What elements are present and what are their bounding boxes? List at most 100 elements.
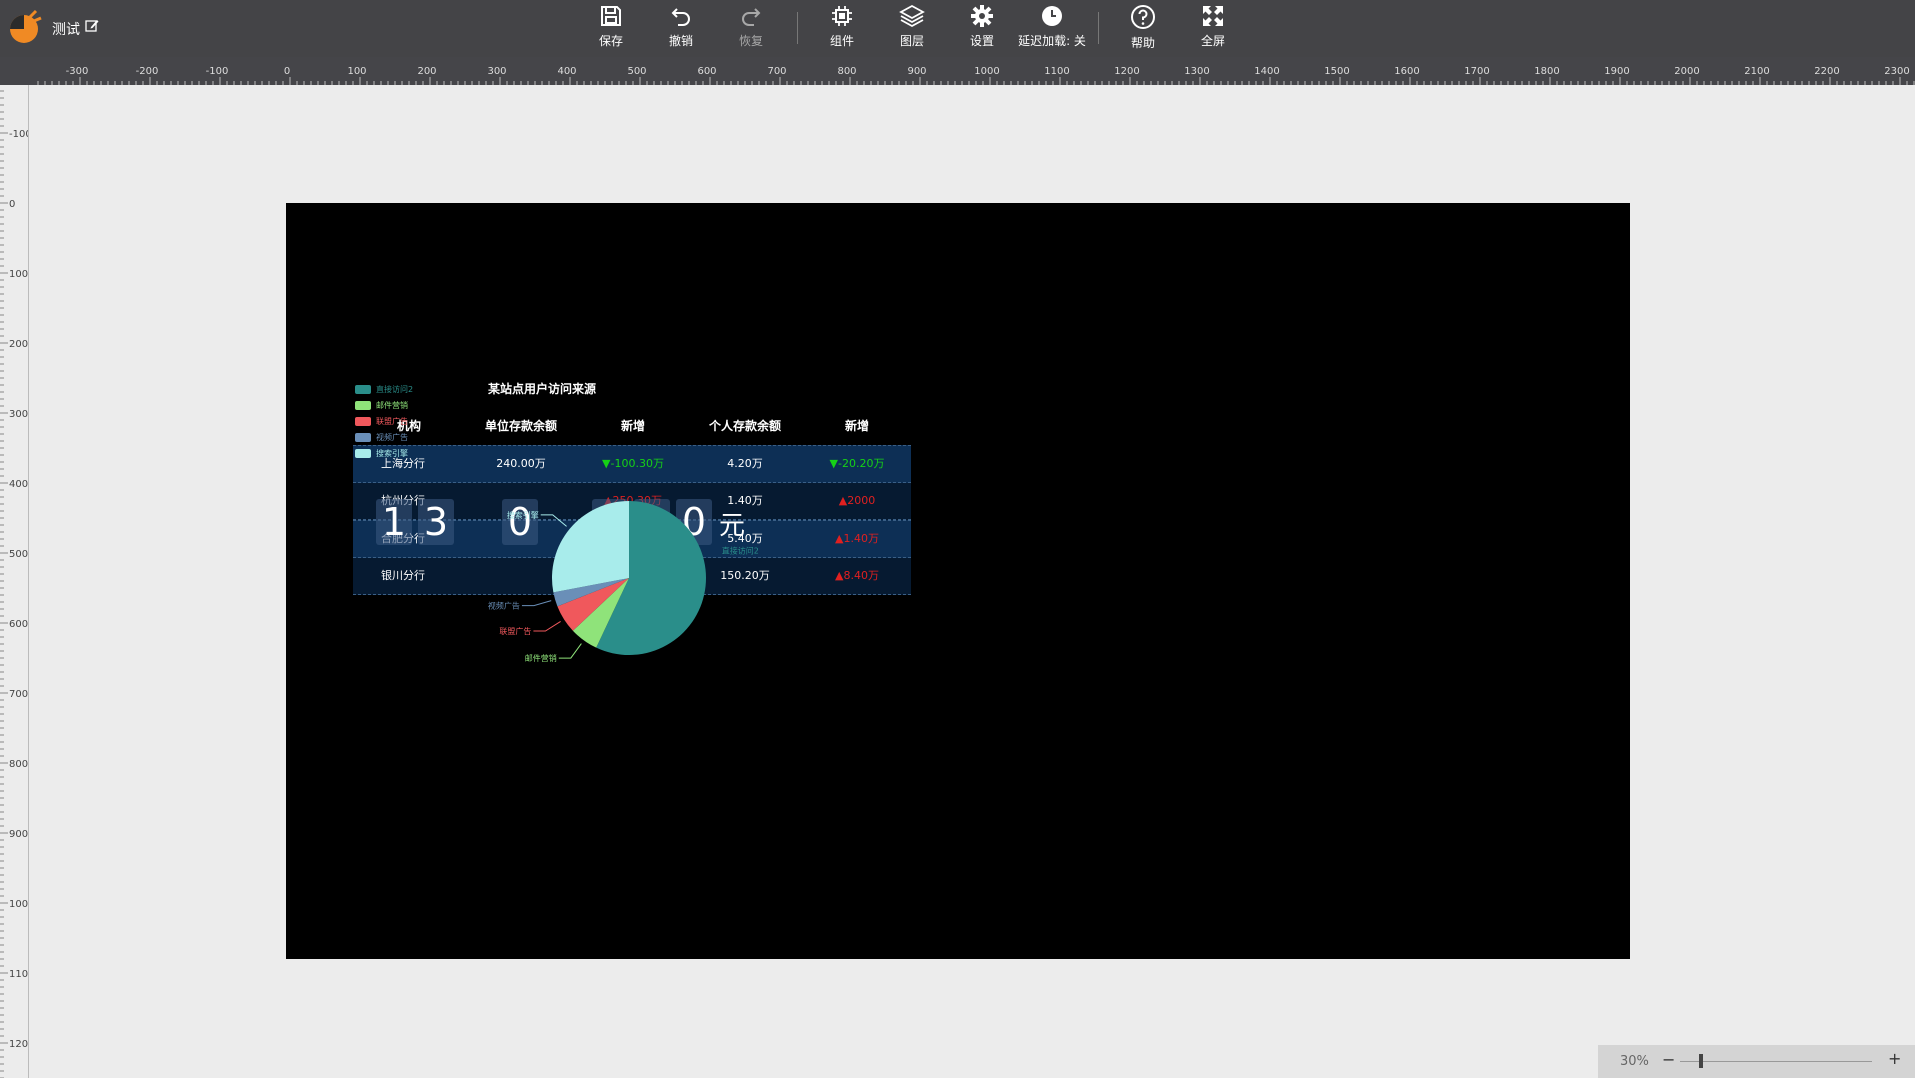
help-button[interactable]: 帮助 — [1113, 0, 1173, 57]
ruler-label: 300 — [487, 66, 506, 77]
layers-button[interactable]: 图层 — [882, 0, 942, 57]
pie-slice-label: 视频广告 — [488, 601, 520, 611]
ruler-label: 900 — [9, 829, 28, 840]
ruler-label: 600 — [697, 66, 716, 77]
ruler-label: 100 — [347, 66, 366, 77]
pie-leader-line — [533, 620, 561, 632]
table-header-cell: 个人存款余额 — [708, 419, 781, 433]
table-header-cell: 新增 — [620, 419, 645, 433]
ruler-label: 0 — [9, 199, 15, 210]
table-cell: 银川分行 — [381, 569, 425, 582]
zoom-control: 30% − + — [1598, 1045, 1915, 1078]
save-label: 保存 — [598, 34, 623, 48]
ruler-label: -100 — [206, 66, 229, 77]
ruler-label: 1200 — [1114, 66, 1139, 77]
fullscreen-button[interactable]: 全屏 — [1183, 0, 1243, 57]
app-logo — [10, 9, 42, 43]
edit-icon[interactable] — [85, 19, 99, 33]
layers-icon — [899, 4, 925, 28]
help-label: 帮助 — [1130, 36, 1155, 50]
counter-digit: 3 — [418, 499, 454, 545]
zoom-out-button[interactable]: − — [1662, 1050, 1675, 1069]
ruler-label: 400 — [9, 479, 28, 490]
legend-swatch — [355, 401, 371, 410]
top-toolbar: 测试 保存 撤销 恢复 组件 图层 设置 延迟加载: 关 帮助 全屏 — [0, 0, 1915, 57]
save-button[interactable]: 保存 — [581, 0, 641, 57]
table-cell: ▼-20.20万 — [829, 457, 885, 470]
pie-leader-line — [558, 643, 582, 659]
project-title[interactable]: 测试 — [52, 19, 80, 39]
legend-swatch — [355, 449, 371, 458]
pie-slice-label: 联盟广告 — [499, 626, 531, 636]
legend-swatch — [355, 417, 371, 426]
pie-chart-title: 某站点用户访问来源 — [488, 382, 597, 396]
table-cell: ▲2000 — [838, 494, 876, 507]
pie-slice-label: 搜索引擎 — [507, 510, 539, 520]
ruler-label: 200 — [9, 339, 28, 350]
layers-label: 图层 — [899, 34, 924, 48]
ruler-label: 1700 — [1464, 66, 1489, 77]
ruler-label: 1000 — [9, 899, 29, 910]
vertical-ruler[interactable]: -100 0 100 200 300 400 500 600 700 800 900 1000 1100… — [0, 85, 29, 1078]
ruler-label: 300 — [9, 409, 28, 420]
table-header: 机构 单位存款余额 新增 个人存款余额 新增 — [353, 407, 911, 445]
ruler-label: 2100 — [1744, 66, 1769, 77]
toolbar-divider — [1098, 12, 1099, 44]
zoom-in-button[interactable]: + — [1888, 1049, 1901, 1068]
ruler-label: 400 — [557, 66, 576, 77]
ruler-label: 100 — [9, 269, 28, 280]
ruler-label: 1500 — [1324, 66, 1349, 77]
counter-digit: 1 — [376, 499, 412, 545]
ruler-label: 1200 — [9, 1039, 29, 1050]
legend-swatch — [355, 385, 371, 394]
table-cell: ▲8.40万 — [835, 569, 879, 582]
pie-slice[interactable] — [552, 501, 629, 593]
ruler-label: 700 — [9, 689, 28, 700]
ruler-label: 1300 — [1184, 66, 1209, 77]
table-cell: ▲1.40万 — [835, 532, 879, 545]
ruler-label: 1900 — [1604, 66, 1629, 77]
ruler-label: 200 — [417, 66, 436, 77]
delay-load-label: 延迟加载: 关 — [1018, 34, 1086, 48]
pie-chart[interactable]: 直接访问2 邮件营销 联盟广告 视频广告 搜索引擎 — [464, 468, 764, 678]
ruler-label: 2300 — [1884, 66, 1909, 77]
ruler-label: 1000 — [974, 66, 999, 77]
ruler-label: 1800 — [1534, 66, 1559, 77]
legend-label: 邮件营销 — [376, 401, 408, 410]
settings-label: 设置 — [969, 34, 994, 48]
undo-label: 撤销 — [668, 34, 693, 48]
gear-icon — [971, 5, 993, 27]
ruler-label: 1600 — [1394, 66, 1419, 77]
undo-button[interactable]: 撤销 — [651, 0, 711, 57]
zoom-slider-thumb[interactable] — [1699, 1054, 1704, 1068]
help-icon — [1131, 5, 1155, 29]
undo-icon — [671, 8, 690, 26]
zoom-slider-track[interactable] — [1680, 1061, 1872, 1062]
ruler-label: 800 — [837, 66, 856, 77]
legend-label: 视频广告 — [376, 433, 408, 442]
settings-button[interactable]: 设置 — [952, 0, 1012, 57]
ruler-label: 500 — [9, 549, 28, 560]
ruler-label: 600 — [9, 619, 28, 630]
ruler-label: 500 — [627, 66, 646, 77]
ruler-label: 900 — [907, 66, 926, 77]
components-label: 组件 — [829, 34, 854, 48]
table-header-cell: 单位存款余额 — [484, 419, 557, 433]
clock-icon — [1042, 6, 1062, 26]
legend-label: 联盟广告 — [376, 417, 408, 426]
design-canvas[interactable]: 某站点用户访问来源 机构 单位存款余额 新增 个人存款余额 新增 上海分行 240… — [286, 203, 1630, 959]
delay-load-button[interactable]: 延迟加载: 关 — [1012, 0, 1092, 57]
ruler-corner — [0, 57, 28, 85]
ruler-label: 0 — [284, 66, 290, 77]
save-icon — [601, 6, 621, 26]
chip-icon — [832, 6, 852, 26]
pie-leader-line — [540, 514, 567, 527]
pie-leader-line — [521, 600, 552, 607]
table-header-cell: 新增 — [844, 419, 869, 433]
components-button[interactable]: 组件 — [812, 0, 872, 57]
horizontal-ruler[interactable]: -300 -200 -100 0 100 200 300 400 500 600 700 800 900… — [28, 57, 1915, 85]
ruler-label: 800 — [9, 759, 28, 770]
zoom-level: 30% — [1620, 1054, 1649, 1069]
pie-slice-label: 直接访问2 — [722, 546, 759, 556]
redo-button[interactable]: 恢复 — [721, 0, 781, 57]
